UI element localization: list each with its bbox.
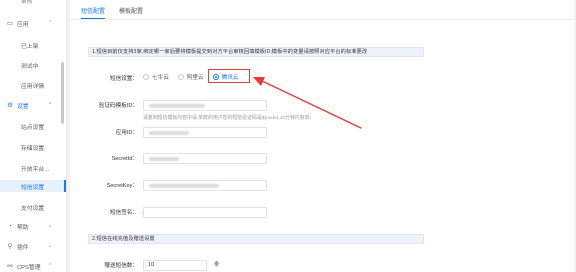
sidebar-item-payment-settings[interactable]: 支付设置 [0,201,66,213]
sidebar-group-label: CPS管理 [17,264,41,271]
plugin-icon: ⚲ [7,243,13,250]
sidebar-item-label: 支付设置 [21,205,45,212]
sidebar-group-plugins[interactable]: ⚲ 插件 ⌄ [0,240,66,252]
gear-icon: ⚙ [7,102,13,109]
sidebar-item-site-settings[interactable]: 站点设置 [0,120,66,132]
sidebar: 审核 ▭ 应用 ⌃ 已上架 测试中 应用详情 ⚙ 设置 ⌃ 站点设置 存储设置 … [0,0,67,272]
sidebar-group-cps[interactable]: ⚯ CPS管理 ⌃ [0,260,66,272]
sidebar-item-label: 应用详情 [21,83,45,90]
sidebar-group-label: 插件 [17,244,29,251]
sidebar-group-settings[interactable]: ⚙ 设置 ⌃ [0,99,66,111]
sidebar-item-label: 站点设置 [21,124,45,131]
sidebar-item-app-detail[interactable]: 应用详情 [0,79,66,91]
chevron-down-icon: ⌄ [48,223,53,229]
sidebar-item-testing[interactable]: 测试中 [0,59,66,71]
sidebar-item-storage-settings[interactable]: 存储设置 [0,141,66,153]
settings-panel: 短信配置 模板配置 1.短信目前仅支持3家,绑定哪一家后要将模板提交到对方平台审… [70,0,574,272]
sidebar-item-label: 已上架 [21,43,39,50]
sidebar-item-label: 存储设置 [21,145,45,152]
sidebar-group-help[interactable]: ◔ 帮助 ⌄ [0,220,66,232]
sidebar-item-label: 短信设置 [21,184,45,191]
sidebar-group-label: 应用 [17,21,29,28]
sidebar-item-label: 开放平台... [21,166,50,173]
help-icon: ◔ [8,222,12,230]
sidebar-item-open-platform[interactable]: 开放平台... [0,162,66,174]
sidebar-item-label: 审核 [21,0,33,5]
sidebar-item-listed[interactable]: 已上架 [0,39,66,51]
link-icon: ⚯ [7,263,13,270]
sidebar-group-label: 设置 [17,103,29,110]
app-icon: ▭ [6,20,14,27]
sidebar-group-label: 帮助 [17,224,29,231]
sidebar-group-apps[interactable]: ▭ 应用 ⌃ [0,17,66,29]
sidebar-item-sms-settings[interactable]: 短信设置 [0,180,66,192]
sidebar-item-label: 测试中 [21,63,39,70]
chevron-down-icon: ⌄ [48,243,53,249]
chevron-up-icon: ⌃ [48,102,53,108]
sidebar-item-partial[interactable]: 审核 [0,0,66,6]
main-content: 短信配置 模板配置 1.短信目前仅支持3家,绑定哪一家后要将模板提交到对方平台审… [67,0,576,272]
chevron-up-icon: ⌃ [48,20,53,26]
annotation-arrow-icon [253,77,362,129]
chevron-up-icon: ⌃ [48,263,53,269]
sidebar-scrollbar[interactable] [61,62,64,124]
